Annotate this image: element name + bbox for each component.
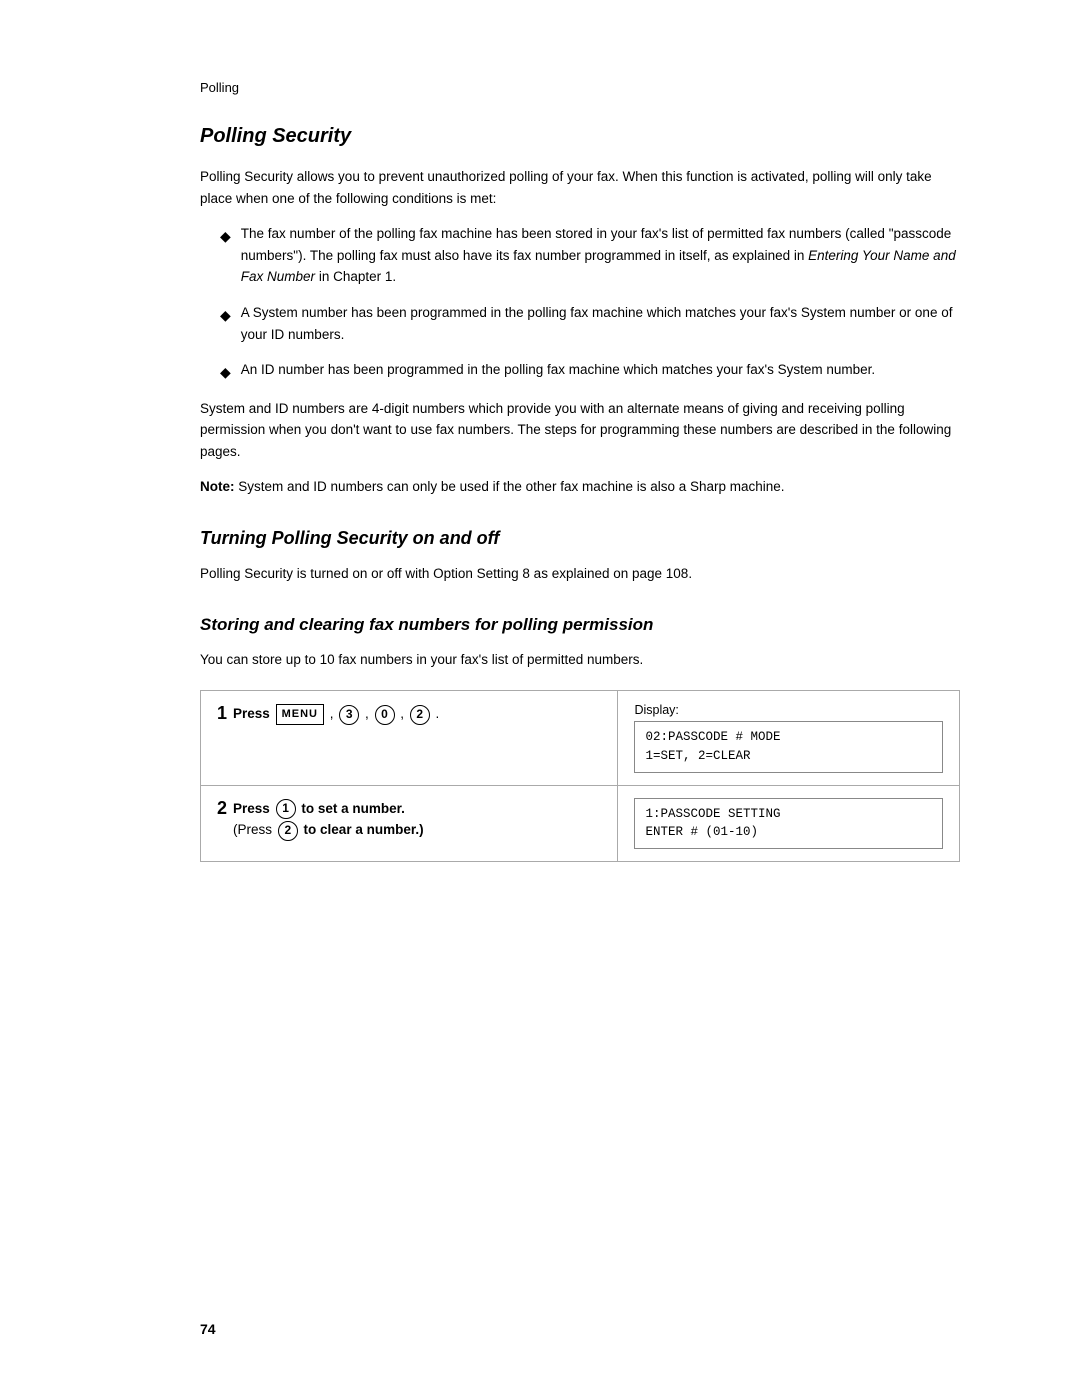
step-1-row: 1 Press MENU , 3 , 0 , 2 . D bbox=[201, 691, 960, 786]
bullet-item-2: ◆ A System number has been programmed in… bbox=[220, 302, 960, 345]
key-2-step2: 2 bbox=[278, 821, 298, 841]
display-line-2-2: ENTER # (01-10) bbox=[645, 823, 932, 842]
display-line-2-1: 1:PASSCODE SETTING bbox=[645, 805, 932, 824]
turning-on-off-section: Turning Polling Security on and off Poll… bbox=[200, 528, 960, 585]
note-text: Note: System and ID numbers can only be … bbox=[200, 476, 960, 498]
key-3: 3 bbox=[339, 705, 359, 725]
step-1-display-cell: Display: 02:PASSCODE # MODE 1=SET, 2=CLE… bbox=[618, 691, 960, 786]
step-1-instruction: Press MENU , 3 , 0 , 2 . bbox=[233, 703, 439, 725]
page-number: 74 bbox=[200, 1321, 216, 1337]
display-line-1-2: 1=SET, 2=CLEAR bbox=[645, 747, 932, 766]
bullet-text-1: The fax number of the polling fax machin… bbox=[241, 223, 960, 288]
display-line-1-1: 02:PASSCODE # MODE bbox=[645, 728, 932, 747]
storing-clearing-section: Storing and clearing fax numbers for pol… bbox=[200, 615, 960, 863]
system-id-description: System and ID numbers are 4-digit number… bbox=[200, 398, 960, 463]
step-2-instruction-cell: 2 Press 1 to set a number. (Press 2 to c… bbox=[201, 785, 618, 862]
note-content: System and ID numbers can only be used i… bbox=[238, 479, 784, 494]
key-0: 0 bbox=[375, 705, 395, 725]
italic-reference-1: Entering Your Name and Fax Number bbox=[241, 248, 956, 285]
step-2-display-cell: 1:PASSCODE SETTING ENTER # (01-10) bbox=[618, 785, 960, 862]
bullet-item-3: ◆ An ID number has been programmed in th… bbox=[220, 359, 960, 383]
step-2-instruction: Press 1 to set a number. (Press 2 to cle… bbox=[233, 798, 424, 841]
key-2: 2 bbox=[410, 705, 430, 725]
diamond-icon-3: ◆ bbox=[220, 361, 231, 383]
note-label: Note: bbox=[200, 479, 235, 494]
polling-security-title: Polling Security bbox=[200, 125, 960, 148]
page-header: Polling bbox=[200, 80, 960, 95]
key-1: 1 bbox=[276, 799, 296, 819]
display-box-2: 1:PASSCODE SETTING ENTER # (01-10) bbox=[634, 798, 943, 850]
storing-clearing-title: Storing and clearing fax numbers for pol… bbox=[200, 615, 960, 635]
press-label-2: Press bbox=[233, 801, 270, 816]
menu-key: MENU bbox=[276, 704, 324, 726]
step-2-number: 2 bbox=[217, 798, 233, 819]
step-1-number: 1 bbox=[217, 703, 233, 724]
bullet-item-1: ◆ The fax number of the polling fax mach… bbox=[220, 223, 960, 288]
turning-on-off-body: Polling Security is turned on or off wit… bbox=[200, 563, 960, 585]
storing-clearing-body: You can store up to 10 fax numbers in yo… bbox=[200, 649, 960, 671]
step-1-instruction-cell: 1 Press MENU , 3 , 0 , 2 . bbox=[201, 691, 618, 786]
turning-on-off-title: Turning Polling Security on and off bbox=[200, 528, 960, 549]
header-text: Polling bbox=[200, 80, 239, 95]
polling-security-intro: Polling Security allows you to prevent u… bbox=[200, 166, 960, 209]
bullet-text-2: A System number has been programmed in t… bbox=[241, 302, 960, 345]
press-label-1: Press bbox=[233, 706, 270, 721]
diamond-icon-2: ◆ bbox=[220, 304, 231, 326]
bullet-list: ◆ The fax number of the polling fax mach… bbox=[220, 223, 960, 383]
display-label-1: Display: bbox=[634, 703, 943, 717]
step-2-row: 2 Press 1 to set a number. (Press 2 to c… bbox=[201, 785, 960, 862]
polling-security-section: Polling Security Polling Security allows… bbox=[200, 125, 960, 498]
display-box-1: 02:PASSCODE # MODE 1=SET, 2=CLEAR bbox=[634, 721, 943, 773]
to-set-text: to set a number. bbox=[301, 801, 405, 816]
steps-table: 1 Press MENU , 3 , 0 , 2 . D bbox=[200, 690, 960, 862]
press-2-paren: (Press bbox=[233, 822, 276, 837]
to-clear-text: to clear a number.) bbox=[304, 822, 424, 837]
bullet-text-3: An ID number has been programmed in the … bbox=[241, 359, 875, 381]
page: Polling Polling Security Polling Securit… bbox=[0, 0, 1080, 1397]
diamond-icon-1: ◆ bbox=[220, 225, 231, 247]
